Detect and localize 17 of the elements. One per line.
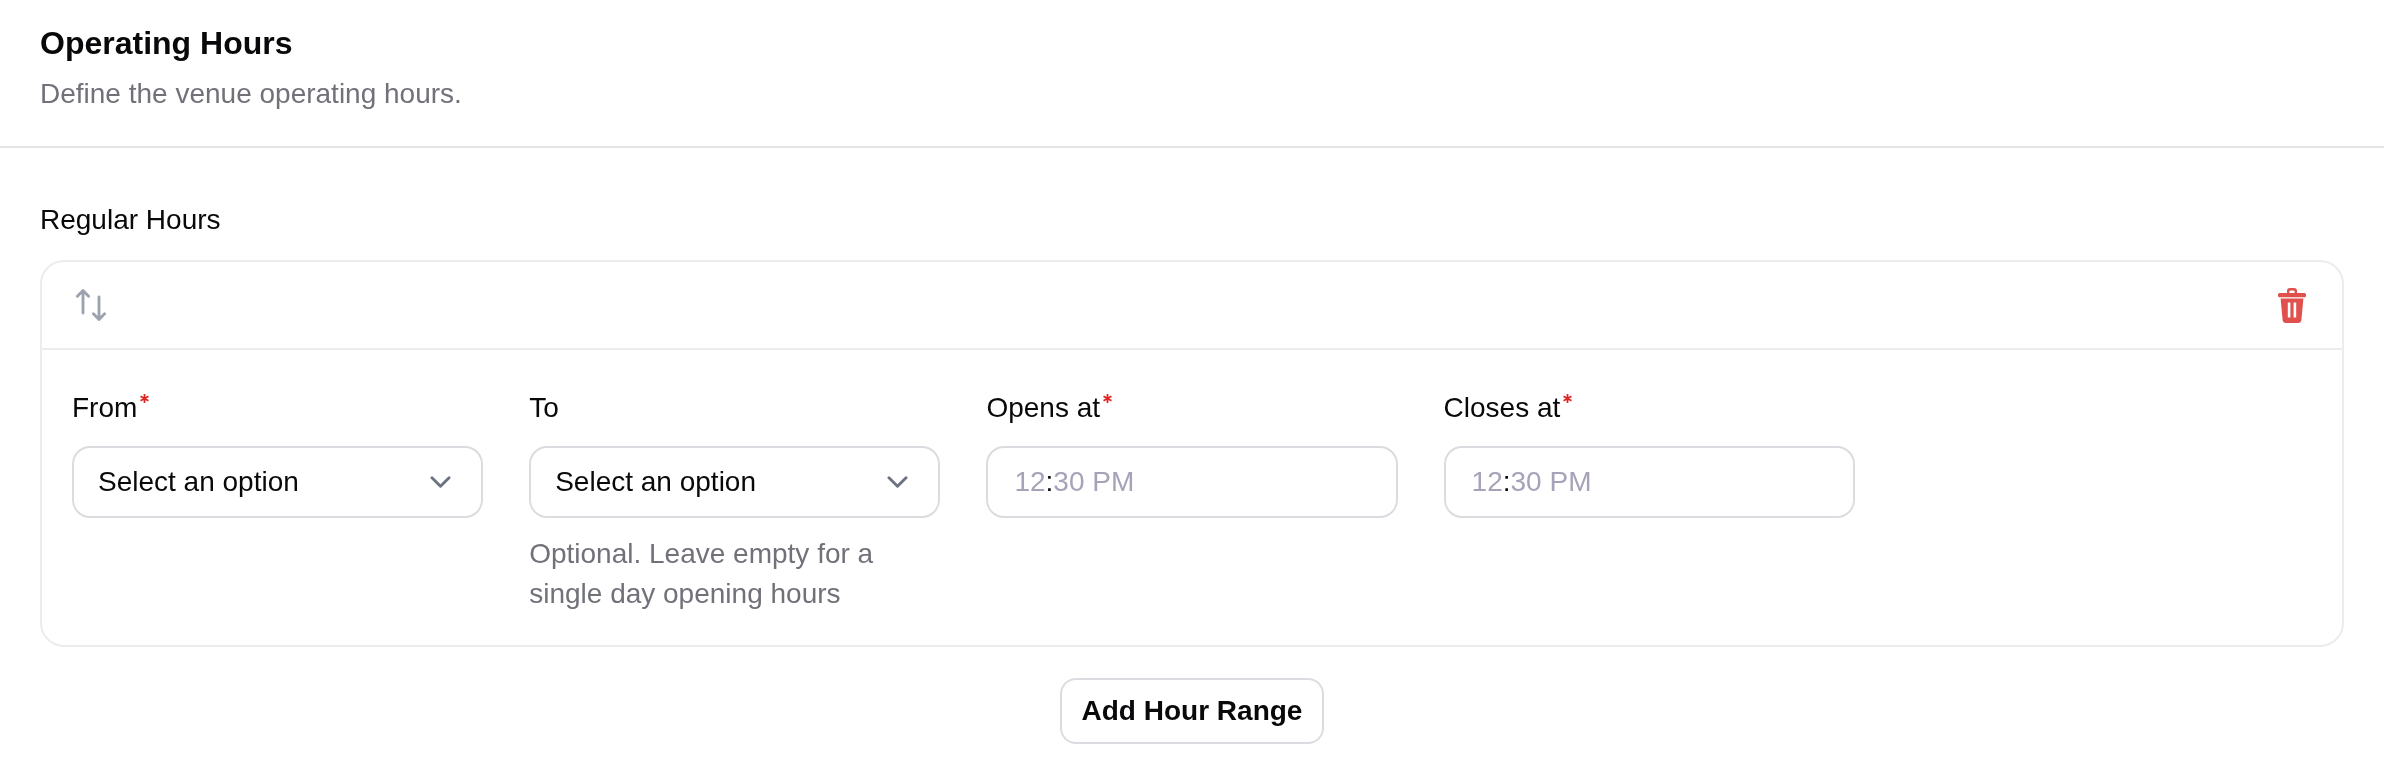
chevron-down-icon [887,476,909,488]
time-field[interactable]: 12:30 PM [986,446,1398,518]
arrow-up-down-icon[interactable] [74,289,108,321]
select-field[interactable]: Select an option [72,446,484,518]
select-field[interactable]: Select an option [529,446,941,518]
time-field[interactable]: 12:30 PM [1443,446,1855,518]
field-label: Closes at [1443,391,1561,425]
field-hint: Optional. Leave empty for a single day opening hours [529,537,875,611]
section-title: Operating Hours [40,24,293,63]
chevron-down-icon [430,476,452,488]
trash-icon[interactable] [2278,287,2306,323]
group-label: Regular Hours [40,203,221,237]
field-label: Opens at [986,391,1101,425]
field-label: From [72,391,138,425]
section-description: Define the venue operating hours. [40,77,462,111]
add-hour-range-button[interactable]: Add Hour Range [1059,678,1325,744]
field-label: To [529,391,559,425]
